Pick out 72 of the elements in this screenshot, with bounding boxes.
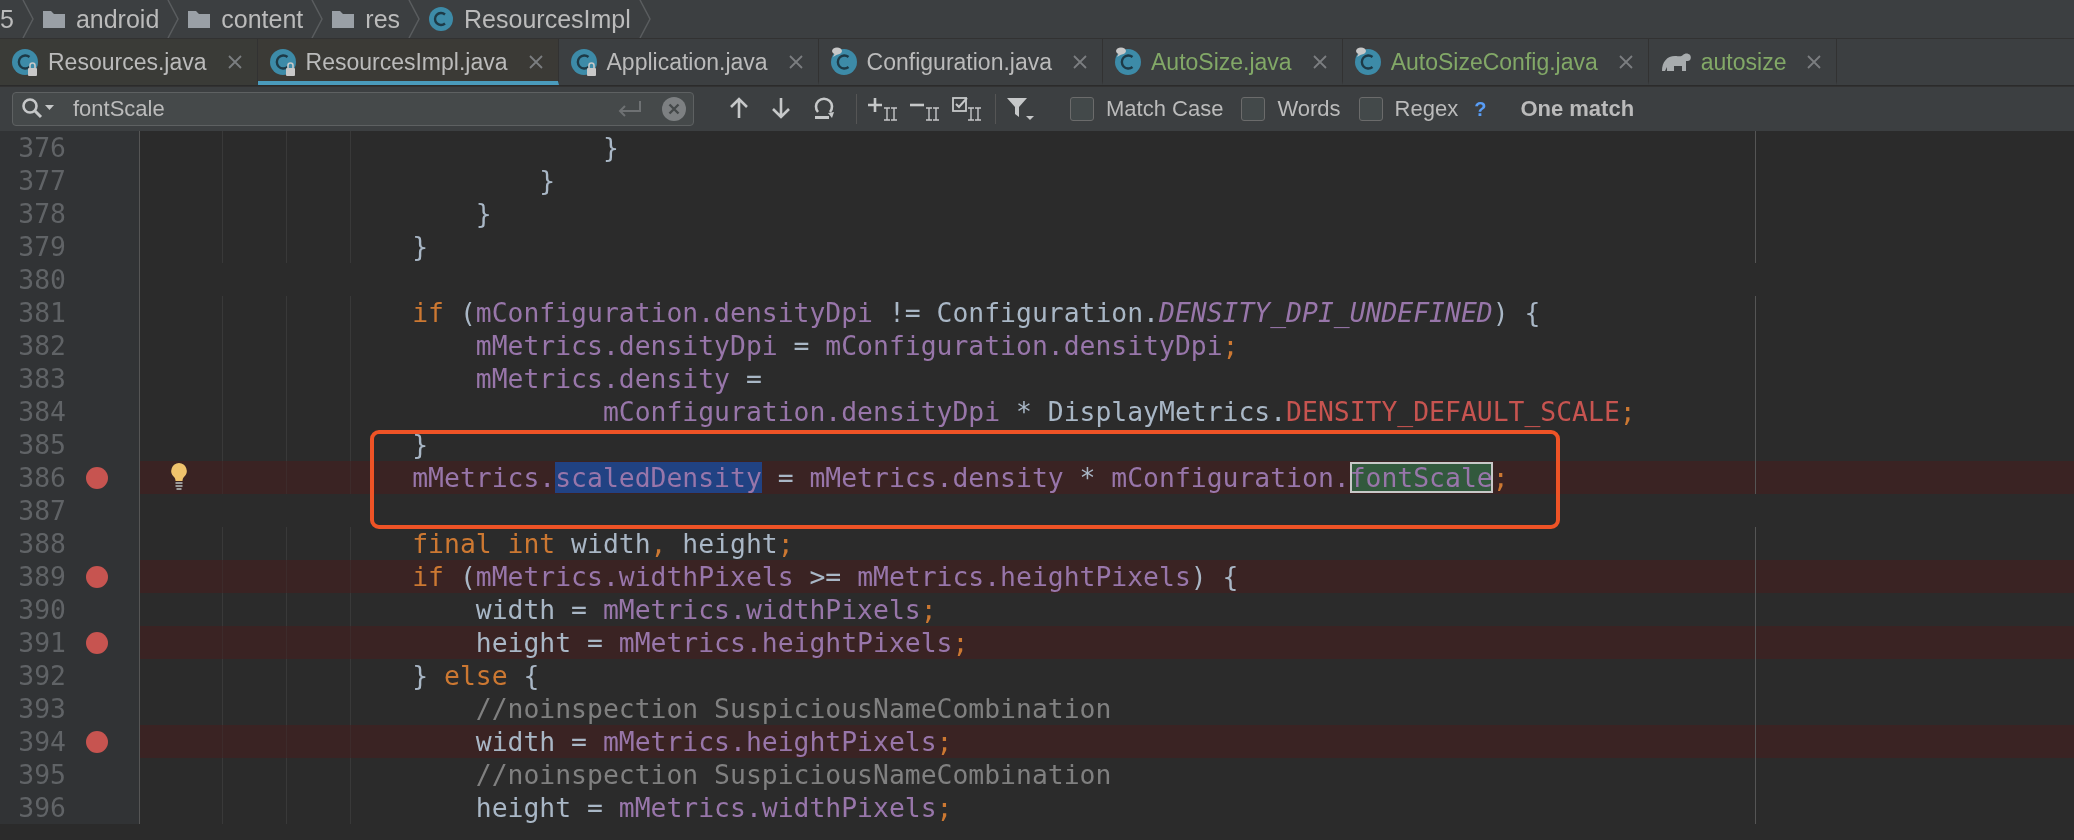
close-icon[interactable]	[1072, 54, 1088, 70]
close-icon[interactable]	[527, 54, 544, 70]
code-line: }	[539, 165, 556, 196]
breakpoint-icon[interactable]	[86, 631, 108, 654]
breadcrumb-item[interactable]: android	[75, 4, 160, 34]
class-pin-icon	[1113, 47, 1143, 77]
code-line: }	[475, 198, 492, 229]
checkbox-cursor-icon[interactable]	[951, 96, 983, 122]
editor-tab[interactable]: Application.java	[558, 39, 819, 85]
class-lock-icon	[267, 47, 298, 77]
breakpoint-icon[interactable]	[86, 466, 108, 489]
breakpoint-icon[interactable]	[86, 565, 108, 588]
close-icon[interactable]	[1617, 54, 1634, 70]
checkbox-label[interactable]: Words	[1277, 96, 1341, 122]
checkbox[interactable]	[1358, 97, 1383, 121]
breakpoint-icon[interactable]	[86, 730, 108, 753]
code-line: }	[412, 429, 429, 460]
lightbulb-icon[interactable]	[168, 461, 190, 493]
close-icon[interactable]	[226, 54, 243, 70]
code-line: } else {	[412, 660, 540, 691]
chevron-icon	[638, 0, 651, 38]
code-line: }	[412, 231, 429, 262]
breadcrumb-item[interactable]: content	[221, 4, 304, 34]
search-box[interactable]: fontScale	[12, 92, 694, 126]
code-line: final int width, height;	[412, 528, 794, 559]
code-line: //noinspection SuspiciousNameCombination	[475, 693, 1112, 724]
code-line: height = mMetrics.heightPixels;	[475, 627, 969, 658]
checkbox[interactable]	[1070, 97, 1094, 121]
search-input[interactable]: fontScale	[55, 96, 615, 122]
class-pin-icon	[828, 47, 859, 77]
help-link[interactable]: ?	[1474, 97, 1487, 121]
code-line: //noinspection SuspiciousNameCombination	[475, 759, 1112, 790]
class-lock-icon	[10, 47, 40, 77]
breadcrumb-item[interactable]: res	[365, 4, 401, 34]
close-icon[interactable]	[787, 54, 804, 70]
code-line: mMetrics.scaledDensity = mMetrics.density * mConfiguration.fontScale;	[412, 462, 1509, 493]
code-line: height = mMetrics.widthPixels;	[475, 792, 953, 823]
editor-tab[interactable]: Configuration.java	[818, 39, 1103, 85]
editor-tab[interactable]: ResourcesImpl.java	[257, 39, 559, 85]
close-icon[interactable]	[1311, 54, 1328, 70]
chevron-icon	[21, 0, 34, 38]
chevron-icon	[311, 0, 324, 38]
class-lock-icon	[568, 47, 599, 77]
code-line: if (mMetrics.widthPixels >= mMetrics.heightPixels) {	[412, 561, 1239, 592]
code-line: }	[602, 132, 619, 163]
editor-tab[interactable]: autosize	[1648, 39, 1838, 85]
search-icon	[21, 97, 55, 121]
breadcrumb-item[interactable]: ResourcesImpl	[464, 4, 631, 34]
code-line: mConfiguration.densityDpi * DisplayMetrics.DENSITY_DEFAULT_SCALE;	[602, 396, 1636, 427]
checkbox[interactable]	[1241, 97, 1266, 121]
editor-tab[interactable]: Resources.java	[0, 39, 258, 85]
folder-icon	[41, 9, 66, 29]
editor-tab[interactable]: AutoSize.java	[1103, 39, 1343, 85]
chevron-icon	[408, 0, 421, 38]
code-line: mMetrics.density =	[475, 363, 762, 394]
clear-icon[interactable]	[661, 96, 687, 122]
chevron-icon	[167, 0, 180, 38]
folder-icon	[331, 9, 356, 29]
code-line: if (mConfiguration.densityDpi != Configuration.DENSITY_DPI_UNDEFINED) {	[412, 297, 1541, 328]
folder-icon	[187, 9, 212, 29]
class-pin-icon	[1352, 47, 1383, 77]
code-line: width = mMetrics.heightPixels;	[475, 726, 953, 757]
checkbox-label[interactable]: Regex	[1394, 96, 1459, 122]
plus-cursor-icon[interactable]	[867, 96, 899, 122]
close-icon[interactable]	[1806, 54, 1823, 70]
match-count: One match	[1520, 96, 1635, 122]
code-line: mMetrics.densityDpi = mConfiguration.densityDpi;	[475, 330, 1239, 361]
checkbox-label[interactable]: Match Case	[1106, 96, 1224, 122]
breadcrumb-item[interactable]: 5	[0, 4, 14, 34]
class-icon	[428, 6, 455, 32]
editor-tab[interactable]: AutoSizeConfig.java	[1342, 39, 1649, 85]
code-line: width = mMetrics.widthPixels;	[475, 594, 937, 625]
